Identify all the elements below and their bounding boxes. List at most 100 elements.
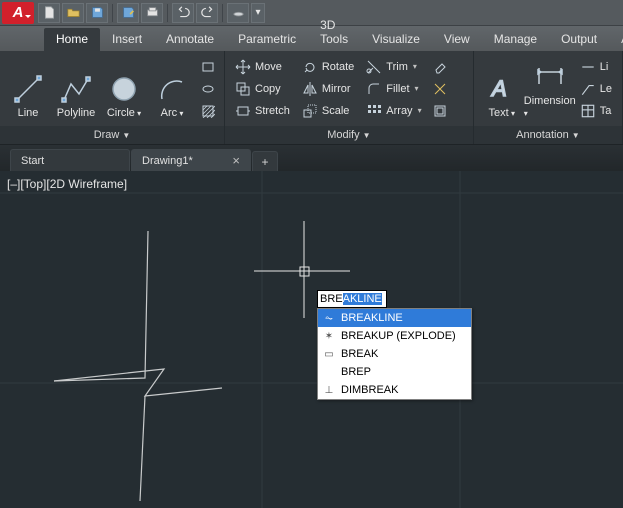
dimension-label: Dimension [524, 95, 576, 119]
doc-tab-start[interactable]: Start [10, 149, 130, 171]
explode-icon: ✶ [322, 329, 336, 343]
ribbon-tab-parametric[interactable]: Parametric [226, 28, 308, 51]
command-dynamic-input[interactable]: BREAKLINE [317, 290, 387, 308]
rect-button[interactable] [198, 57, 218, 77]
doc-tabs: Start Drawing1*× + [0, 145, 623, 171]
polyline-button[interactable]: Polyline [54, 59, 98, 119]
workspace-button[interactable] [227, 3, 249, 23]
line-icon [13, 74, 43, 104]
qat-menu-button[interactable]: ▾ [251, 3, 265, 23]
viewport[interactable]: [–][Top][2D Wireframe] BREAKLINE ⏦BREAKL… [0, 171, 623, 508]
ribbon-tab-view[interactable]: View [432, 28, 482, 51]
ac-item-breakup[interactable]: ✶BREAKUP (EXPLODE) [318, 327, 471, 345]
table-button[interactable]: Ta [576, 100, 616, 122]
circle-icon [109, 74, 139, 104]
copy-icon [235, 81, 251, 97]
array-button[interactable]: Array▾ [362, 100, 425, 122]
mirror-button[interactable]: Mirror [298, 78, 358, 100]
text-button[interactable]: A Text [480, 59, 524, 119]
panel-draw: Line Polyline Circle Arc Draw▼ [0, 51, 225, 144]
app-menu-button[interactable]: A [2, 2, 34, 24]
panel-modify: Move Copy Stretch Rotate Mirror Scale Tr… [225, 51, 474, 144]
arc-label: Arc [161, 107, 184, 119]
ribbon-tab-home[interactable]: Home [44, 28, 100, 51]
trim-icon [366, 59, 382, 75]
ribbon-tab-manage[interactable]: Manage [482, 28, 549, 51]
explode-button[interactable] [430, 79, 450, 99]
linear-icon [580, 59, 596, 75]
text-icon: A [487, 74, 517, 104]
svg-text:A: A [490, 76, 507, 101]
saveas-button[interactable] [117, 3, 139, 23]
dimension-button[interactable]: Dimension [528, 59, 572, 119]
modify-extra-column [430, 57, 450, 121]
command-typed-text: BRE [320, 293, 343, 305]
dimension-icon [535, 62, 565, 92]
polyline-icon [61, 74, 91, 104]
copy-button[interactable]: Copy [231, 78, 294, 100]
panel-annotation-label[interactable]: Annotation▼ [474, 126, 622, 144]
trim-button[interactable]: Trim▾ [362, 56, 425, 78]
ac-item-brep[interactable]: BREP [318, 363, 471, 381]
new-tab-button[interactable]: + [252, 151, 278, 171]
fillet-icon [366, 81, 382, 97]
arc-button[interactable]: Arc [150, 59, 194, 119]
panel-draw-label[interactable]: Draw▼ [0, 126, 224, 144]
fillet-button[interactable]: Fillet▾ [362, 78, 425, 100]
table-icon [580, 103, 596, 119]
ribbon-tab-visualize[interactable]: Visualize [360, 28, 432, 51]
rotate-icon [302, 59, 318, 75]
ribbon-tab-annotate[interactable]: Annotate [154, 28, 226, 51]
close-icon[interactable]: × [232, 153, 240, 168]
hatch-button[interactable] [198, 101, 218, 121]
polyline-label: Polyline [57, 107, 96, 119]
breakline-icon: ⏦ [322, 311, 336, 325]
circle-label: Circle [107, 107, 141, 119]
qat-separator [222, 4, 223, 22]
ribbon-body: Line Polyline Circle Arc Draw▼ [0, 51, 623, 145]
offset-button[interactable] [430, 101, 450, 121]
ribbon-tab-output[interactable]: Output [549, 28, 609, 51]
arc-icon [157, 74, 187, 104]
line-button[interactable]: Line [6, 59, 50, 119]
ribbon-tab-add[interactable]: Add [609, 28, 623, 51]
panel-modify-label[interactable]: Modify▼ [225, 126, 473, 144]
panel-annotation: A Text Dimension Li Le Ta Annotation▼ [474, 51, 623, 144]
undo-button[interactable] [172, 3, 194, 23]
quick-access-toolbar: ▾ [38, 3, 265, 23]
move-button[interactable]: Move [231, 56, 294, 78]
scale-button[interactable]: Scale [298, 100, 358, 122]
array-icon [366, 103, 382, 119]
doc-tab-drawing1[interactable]: Drawing1*× [131, 149, 251, 171]
ribbon-tabs: Home Insert Annotate Parametric 3D Tools… [0, 26, 623, 51]
leader-button[interactable]: Le [576, 78, 616, 100]
new-file-button[interactable] [38, 3, 60, 23]
ac-item-break[interactable]: ▭BREAK [318, 345, 471, 363]
command-autocomplete-text: AKLINE [343, 293, 382, 305]
scale-icon [302, 103, 318, 119]
redo-button[interactable] [196, 3, 218, 23]
qat-separator [167, 4, 168, 22]
circle-button[interactable]: Circle [102, 59, 146, 119]
blank-icon [322, 365, 336, 379]
open-file-button[interactable] [62, 3, 84, 23]
ac-item-breakline[interactable]: ⏦BREAKLINE [318, 309, 471, 327]
autocomplete-popup: ⏦BREAKLINE ✶BREAKUP (EXPLODE) ▭BREAK BRE… [317, 308, 472, 400]
ribbon-tab-insert[interactable]: Insert [100, 28, 154, 51]
stretch-button[interactable]: Stretch [231, 100, 294, 122]
erase-button[interactable] [430, 57, 450, 77]
ac-item-dimbreak[interactable]: ⊥DIMBREAK [318, 381, 471, 399]
line-label: Line [18, 107, 39, 119]
ribbon-tab-3dtools[interactable]: 3D Tools [308, 14, 360, 51]
dimbreak-icon: ⊥ [322, 383, 336, 397]
qat-separator [112, 4, 113, 22]
save-button[interactable] [86, 3, 108, 23]
rotate-button[interactable]: Rotate [298, 56, 358, 78]
draw-extra-column [198, 57, 218, 121]
linear-button[interactable]: Li [576, 56, 616, 78]
move-icon [235, 59, 251, 75]
ellipse-button[interactable] [198, 79, 218, 99]
break-icon: ▭ [322, 347, 336, 361]
plot-button[interactable] [141, 3, 163, 23]
stretch-icon [235, 103, 251, 119]
